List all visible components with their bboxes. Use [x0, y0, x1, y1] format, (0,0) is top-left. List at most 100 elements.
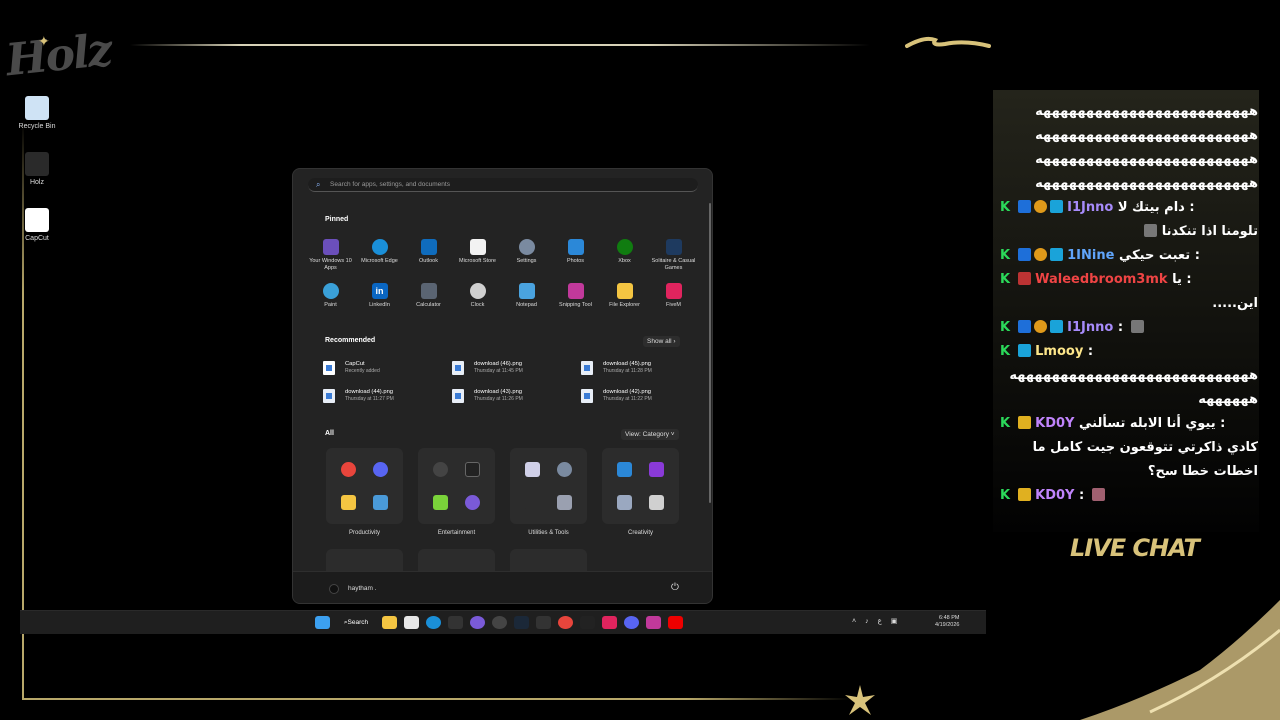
network-icon[interactable]: ▣ [891, 617, 898, 625]
photos-icon [567, 239, 584, 255]
pinned-app-photos[interactable]: Photos [551, 237, 600, 273]
category-grid: Productivity Entertainment Utilities & T… [326, 448, 686, 536]
recommended-item[interactable]: download (45).png Thursday at 11:28 PM [581, 359, 710, 377]
folder-icon[interactable] [382, 616, 397, 629]
outlook-icon [420, 239, 437, 255]
chat-username[interactable]: KD0Y [1035, 488, 1074, 503]
category-label: Creativity [627, 530, 653, 536]
store-icon[interactable] [404, 616, 419, 629]
tool-icon [525, 462, 541, 477]
edge-icon[interactable] [426, 616, 441, 629]
chat-text: ييوي أنا الابله تسألني : [1079, 416, 1226, 431]
media-player-icon [433, 462, 449, 477]
app-icon [372, 495, 388, 510]
pinned-app-clock[interactable]: Clock [453, 281, 502, 317]
pinned-app-file-explorer[interactable]: File Explorer [600, 281, 649, 317]
chat-username[interactable]: Waleedbroom3mk [1035, 272, 1167, 287]
pinned-app-settings[interactable]: Settings [502, 237, 551, 273]
chat-text: : [1079, 488, 1085, 503]
clock-time: 6:48 PM [938, 615, 960, 621]
pinned-app-store[interactable]: Microsoft Store [453, 237, 502, 273]
chevron-up-icon[interactable]: ˄ [852, 618, 856, 625]
chat-line: K I1Jnno دام بيتك لا : [1000, 196, 1258, 220]
pinned-app-paint[interactable]: Paint [306, 281, 355, 317]
pinned-label: Snipping Tool [559, 302, 592, 308]
pinned-app-calculator[interactable]: Calculator [404, 281, 453, 317]
emote-icon [1091, 488, 1105, 501]
pinned-title: Pinned [325, 216, 349, 223]
chat-username[interactable]: Lmooy [1035, 344, 1083, 359]
windows-start-icon[interactable] [315, 616, 330, 629]
system-tray: ˄ ♪ ع ▣ [852, 617, 898, 626]
pinned-app-edge[interactable]: Microsoft Edge [355, 237, 404, 273]
pinned-app-notepad[interactable]: Notepad [502, 281, 551, 317]
pinned-app-solitaire[interactable]: Solitaire & Casual Games [649, 237, 698, 273]
live-chat-label: LIVE CHAT [1070, 534, 1200, 562]
png-file-icon [452, 389, 464, 403]
view-category-dropdown[interactable]: View: Category ˅ [621, 429, 679, 440]
chat-text: هههههههههههههههههههههههههه [1035, 152, 1258, 167]
pinned-app-fivem[interactable]: FiveM [649, 281, 698, 317]
desktop-icon-holz[interactable]: Holz [14, 152, 60, 186]
fivem-icon[interactable] [602, 616, 617, 629]
pinned-app-windows-10-apps[interactable]: Your Windows 10 Apps [306, 237, 355, 273]
pinned-label: Settings [516, 258, 537, 264]
chat-line: اين..... [1000, 292, 1258, 316]
chat-text: هههههههههههههههههههههههههه [1035, 176, 1258, 191]
badge-icon [1017, 272, 1031, 285]
pinned-app-snipping-tool[interactable]: Snipping Tool [551, 281, 600, 317]
search-placeholder: Search for apps, settings, and documents [330, 181, 450, 188]
category-productivity[interactable]: Productivity [326, 448, 403, 536]
youtube-icon[interactable] [668, 616, 683, 629]
chrome-icon[interactable] [558, 616, 573, 629]
power-icon[interactable]: ⏻ [671, 582, 679, 593]
pinned-app-linkedin[interactable]: in LinkedIn [355, 281, 404, 317]
start-search-input[interactable]: ⌕ Search for apps, settings, and documen… [308, 178, 698, 192]
microphone-icon[interactable]: ♪ [865, 618, 869, 625]
badge-icon [1017, 200, 1031, 213]
app-icon[interactable] [492, 616, 507, 629]
taskbar-search-button[interactable]: ⌕ Search [337, 616, 375, 629]
keyboard-icon[interactable] [536, 616, 551, 629]
user-name[interactable]: haytham . [348, 585, 377, 592]
epic-games-icon[interactable] [448, 616, 463, 629]
recommended-item[interactable]: download (46).png Thursday at 11:45 PM [452, 359, 581, 377]
pinned-app-outlook[interactable]: Outlook [404, 237, 453, 273]
recommended-item[interactable]: download (42).png Thursday at 11:22 PM [581, 387, 710, 405]
xbox-icon [616, 239, 633, 255]
recommended-item[interactable]: download (43).png Thursday at 11:26 PM [452, 387, 581, 405]
chat-username[interactable]: 1INine [1067, 248, 1114, 263]
holz-logo-icon [25, 152, 49, 176]
avatar[interactable] [329, 584, 339, 594]
category-utilities[interactable]: Utilities & Tools [510, 448, 587, 536]
desktop-icon-recycle-bin[interactable]: Recycle Bin [14, 96, 60, 130]
category-entertainment[interactable]: Entertainment [418, 448, 495, 536]
steam-icon[interactable] [514, 616, 529, 629]
show-all-button[interactable]: Show all › [643, 336, 680, 347]
pinned-app-xbox[interactable]: Xbox [600, 237, 649, 273]
recommended-item[interactable]: CapCut Recently added [323, 359, 452, 377]
discord-icon[interactable] [470, 616, 485, 629]
recommended-item[interactable]: download (44).png Thursday at 11:27 PM [323, 387, 452, 405]
capcut-icon[interactable] [580, 616, 595, 629]
chat-username[interactable]: I1Jnno [1067, 320, 1113, 335]
start-scrollbar[interactable] [709, 203, 711, 503]
language-indicator[interactable]: ع [878, 617, 882, 625]
chat-username[interactable]: KD0Y [1035, 416, 1074, 431]
pinned-label: LinkedIn [369, 302, 390, 308]
recorder-icon[interactable] [646, 616, 661, 629]
desktop-icon-capcut[interactable]: CapCut [14, 208, 60, 242]
chat-username[interactable]: I1Jnno [1067, 200, 1113, 215]
brush-stroke-icon [905, 36, 991, 48]
chat-line: K 1INine تعبت حيكي : [1000, 244, 1258, 268]
kick-badge-icon: K [1000, 200, 1011, 215]
kick-badge-icon: K [1000, 416, 1011, 431]
taskbar-clock[interactable]: 6:48 PM 4/19/2026 [935, 615, 959, 629]
solitaire-icon [665, 239, 682, 255]
pinned-label: Notepad [516, 302, 537, 308]
category-creativity[interactable]: Creativity [602, 448, 679, 536]
pinned-label: Photos [566, 258, 585, 264]
overlay-top-line [130, 44, 870, 46]
pinned-label: Microsoft Store [459, 258, 496, 264]
discord-icon[interactable] [624, 616, 639, 629]
